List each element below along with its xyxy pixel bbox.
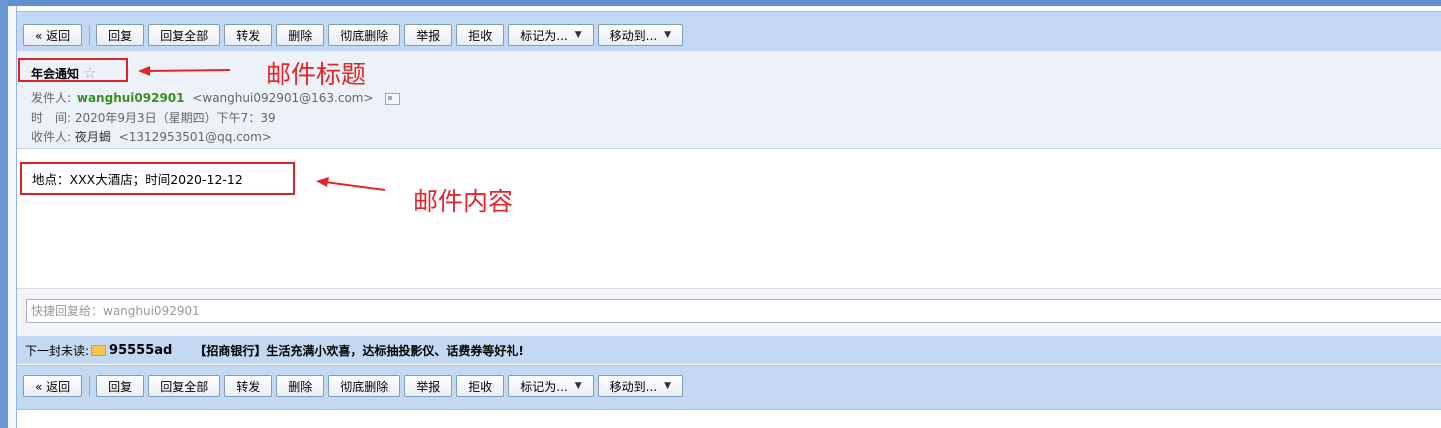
body-annotation-label: 邮件内容: [413, 187, 514, 216]
body-arrow-head: [316, 177, 329, 187]
body-arrow: [324, 181, 386, 191]
annotation-arrows: [138, 66, 386, 191]
subject-arrow: [145, 69, 231, 72]
subject-annotation-label: 邮件标题: [266, 60, 367, 89]
subject-arrow-head: [138, 66, 150, 76]
